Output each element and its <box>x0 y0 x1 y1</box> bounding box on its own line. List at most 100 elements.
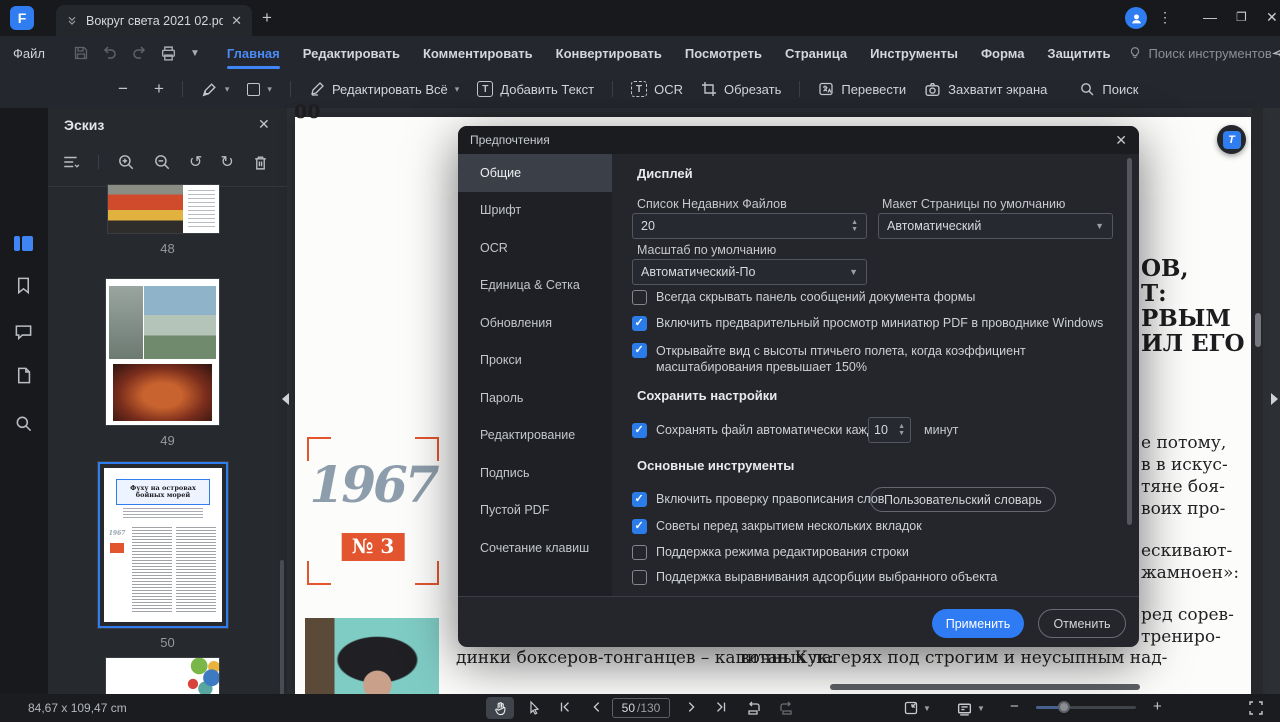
fullscreen-icon[interactable] <box>1248 700 1264 716</box>
checkbox[interactable] <box>632 570 647 585</box>
checkbox-row-spellcheck[interactable]: Включить проверку правописания слов <box>632 492 884 507</box>
zoom-out-button[interactable]: − <box>118 79 128 99</box>
dialog-scrollbar-thumb[interactable] <box>1127 158 1132 525</box>
checkbox[interactable] <box>632 492 647 507</box>
page-layout-select[interactable]: Автоматический ▼ <box>878 213 1113 239</box>
checkbox-row-birdseye-view[interactable]: Открывайте вид с высоты птичьего полета,… <box>632 343 1110 375</box>
dialog-nav-editing[interactable]: Редактирование <box>458 417 612 455</box>
add-text-button[interactable]: T Добавить Текст <box>477 81 594 97</box>
rotate-left-icon[interactable]: ↺ <box>189 152 202 172</box>
export-dropdown-icon[interactable]: ▼ <box>190 48 200 59</box>
menu-tab-protect[interactable]: Защитить <box>1047 36 1110 70</box>
thumbnail-page-49[interactable] <box>106 279 219 425</box>
share-plane-icon[interactable] <box>1272 45 1280 61</box>
dialog-nav-blank-pdf[interactable]: Пустой PDF <box>458 492 612 530</box>
zoom-decrease-button[interactable]: − <box>1010 698 1019 715</box>
dialog-nav-password[interactable]: Пароль <box>458 379 612 417</box>
recent-files-input[interactable]: 20 ▲▼ <box>632 213 867 239</box>
zoom-slider-thumb[interactable] <box>1058 701 1070 713</box>
checkbox[interactable] <box>632 519 647 534</box>
dialog-nav-signature[interactable]: Подпись <box>458 454 612 492</box>
account-avatar[interactable] <box>1125 7 1147 29</box>
print-icon[interactable] <box>160 45 177 62</box>
tab-close-icon[interactable]: ✕ <box>231 13 242 29</box>
fit-mode-control[interactable]: ▼ <box>903 700 931 716</box>
checkbox-row-snap-alignment[interactable]: Поддержка выравнивания адсорбции выбранн… <box>632 570 997 585</box>
spinner-arrows-icon[interactable]: ▲▼ <box>898 424 905 437</box>
dialog-nav-font[interactable]: Шрифт <box>458 192 612 230</box>
zoom-increase-button[interactable]: + <box>1153 698 1162 715</box>
thumb-zoom-out-icon[interactable] <box>153 153 171 171</box>
zoom-in-button[interactable]: + <box>154 79 164 99</box>
spinner-arrows-icon[interactable]: ▲▼ <box>851 220 858 233</box>
default-zoom-select[interactable]: Автоматический-По ▼ <box>632 259 867 285</box>
thumb-zoom-in-icon[interactable] <box>117 153 135 171</box>
sort-options-icon[interactable] <box>62 153 80 171</box>
select-tool-icon[interactable] <box>526 700 542 716</box>
rotate-right-icon[interactable]: ↻ <box>220 152 233 172</box>
highlighter-tool-button[interactable]: ▾ <box>201 81 230 98</box>
search-panel-icon[interactable] <box>14 414 33 433</box>
window-close-button[interactable]: ✕ <box>1266 9 1278 26</box>
previous-page-icon[interactable] <box>590 700 604 714</box>
menu-tab-tools[interactable]: Инструменты <box>870 36 958 70</box>
checkbox-row-autosave[interactable]: Сохранять файл автоматически каждые <box>632 423 890 438</box>
window-maximize-button[interactable]: ❐ <box>1236 10 1247 24</box>
undo-icon[interactable] <box>102 45 118 61</box>
save-icon[interactable] <box>73 45 89 61</box>
ocr-button[interactable]: T OCR <box>631 81 683 97</box>
expand-panel-arrow[interactable] <box>1271 393 1278 405</box>
thumbnail-page-50-selected[interactable]: Фуху на островах бойных морей 1967 <box>98 462 228 628</box>
delete-page-icon[interactable] <box>252 154 269 171</box>
last-page-icon[interactable] <box>714 700 728 714</box>
menu-tab-view[interactable]: Посмотреть <box>685 36 762 70</box>
first-page-icon[interactable] <box>558 700 572 714</box>
dialog-nav-shortcuts[interactable]: Сочетание клавиш <box>458 529 612 567</box>
floating-edit-text-button[interactable]: T <box>1217 125 1246 154</box>
checkbox-row-line-edit-mode[interactable]: Поддержка режима редактирования строки <box>632 545 909 560</box>
custom-dictionary-button[interactable]: Пользовательский словарь <box>870 487 1056 512</box>
autosave-interval-input[interactable]: 10 ▲▼ <box>868 417 911 443</box>
thumbnail-panel-icon[interactable] <box>14 236 33 251</box>
new-tab-button[interactable]: + <box>262 8 272 28</box>
document-vertical-scrollbar-thumb[interactable] <box>1255 313 1261 347</box>
menu-tab-comment[interactable]: Комментировать <box>423 36 533 70</box>
shape-tool-button[interactable]: ▾ <box>247 83 272 96</box>
collapse-panel-arrow[interactable] <box>282 393 289 405</box>
screen-capture-button[interactable]: Захватит экрана <box>924 81 1047 98</box>
menu-tab-form[interactable]: Форма <box>981 36 1024 70</box>
thumbnail-panel-close-icon[interactable]: ✕ <box>258 116 270 133</box>
comments-icon[interactable] <box>14 322 33 341</box>
document-vertical-scrollbar[interactable] <box>1252 106 1263 694</box>
tool-search[interactable]: Поиск инструментов <box>1128 46 1271 61</box>
checkbox-row-thumbnail-preview[interactable]: Включить предварительный просмотр миниат… <box>632 316 1103 331</box>
search-button[interactable]: Поиск <box>1079 81 1138 97</box>
menu-tab-convert[interactable]: Конвертировать <box>556 36 662 70</box>
next-page-icon[interactable] <box>684 700 698 714</box>
bookmarks-icon[interactable] <box>14 276 33 295</box>
page-number-input[interactable]: 50/130 <box>612 698 670 718</box>
redo-icon[interactable] <box>131 45 147 61</box>
checkbox[interactable] <box>632 316 647 331</box>
document-horizontal-scrollbar-thumb[interactable] <box>830 684 1140 690</box>
dialog-nav-ocr[interactable]: OCR <box>458 229 612 267</box>
menu-tab-home[interactable]: Главная <box>227 36 280 70</box>
dialog-nav-updates[interactable]: Обновления <box>458 304 612 342</box>
edit-all-button[interactable]: Редактировать Всё▾ <box>309 81 459 97</box>
dialog-nav-proxy[interactable]: Прокси <box>458 342 612 380</box>
previous-view-icon[interactable] <box>746 700 762 716</box>
dialog-close-icon[interactable]: ✕ <box>1115 132 1127 149</box>
checkbox[interactable] <box>632 343 647 358</box>
view-mode-control[interactable]: ▼ <box>956 700 985 717</box>
next-view-icon[interactable] <box>778 700 794 716</box>
checkbox[interactable] <box>632 545 647 560</box>
window-minimize-button[interactable]: — <box>1203 9 1217 25</box>
crop-button[interactable]: Обрезать <box>701 81 781 97</box>
thumbnail-page-51[interactable] <box>106 658 219 694</box>
menu-file[interactable]: Файл <box>0 46 59 61</box>
checkbox[interactable] <box>632 423 647 438</box>
checkbox[interactable] <box>632 290 647 305</box>
attachments-icon[interactable] <box>14 366 33 385</box>
menu-tab-page[interactable]: Страница <box>785 36 847 70</box>
more-menu-button[interactable]: ⋮ <box>1158 9 1172 26</box>
